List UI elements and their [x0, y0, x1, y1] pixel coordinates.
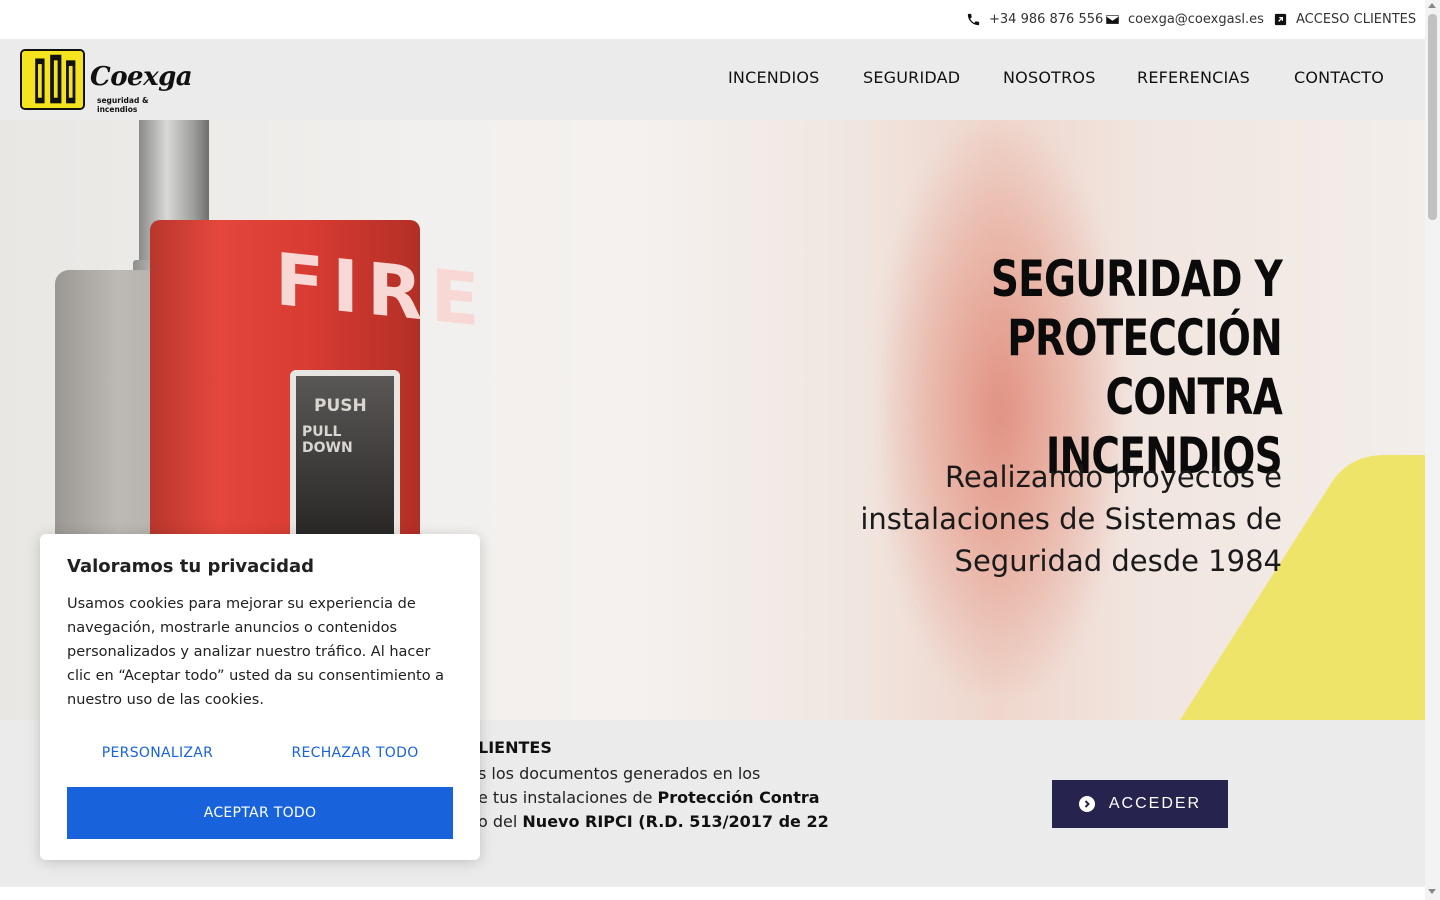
logo-mark [20, 49, 85, 110]
reject-all-button[interactable]: RECHAZAR TODO [276, 738, 434, 768]
acceder-button[interactable]: ACCEDER [1052, 780, 1228, 828]
nav-item-referencias[interactable]: REFERENCIAS [1137, 68, 1250, 87]
push-label: PUSH [314, 396, 367, 416]
pull-label: PULL DOWN [302, 424, 353, 456]
accept-all-button[interactable]: ACEPTAR TODO [67, 787, 453, 839]
scroll-up-arrow-icon[interactable] [1428, 3, 1436, 8]
phone-link[interactable]: +34 986 876 556 [966, 0, 1103, 39]
fire-alarm-handle-window: PUSH PULL DOWN [290, 370, 400, 540]
logo[interactable]: Coexga seguridad & incendios [20, 48, 193, 114]
client-text-line: o del Nuevo RIPCI (R.D. 513/2017 de 22 [478, 810, 838, 834]
client-text-fragment: o del [478, 812, 523, 831]
hero-heading: SEGURIDAD Y PROTECCIÓN CONTRA INCENDIOS [876, 250, 1283, 486]
logo-name: Coexga [90, 62, 193, 92]
scrollbar-thumb[interactable] [1428, 14, 1437, 220]
external-link-icon [1274, 13, 1287, 26]
chevron-circle-right-icon [1078, 796, 1095, 812]
acceder-label: ACCEDER [1108, 795, 1202, 812]
nav-item-nosotros[interactable]: NOSOTROS [1003, 68, 1096, 87]
phone-icon [967, 13, 980, 26]
client-area-title: LIENTES [478, 738, 552, 757]
customize-button[interactable]: PERSONALIZAR [80, 738, 235, 768]
email-link[interactable]: coexga@coexgasl.es [1105, 0, 1264, 39]
top-bar: +34 986 876 556 coexga@coexgasl.es ACCES… [0, 0, 1425, 39]
client-text-line: e tus instalaciones de Protección Contra [478, 786, 838, 810]
hero-subheading-line: Seguridad desde 1984 [954, 544, 1282, 578]
client-access-link[interactable]: ACCESO CLIENTES [1273, 0, 1416, 39]
nav-item-seguridad[interactable]: SEGURIDAD [863, 68, 960, 87]
client-text-bold: Protección Contra [657, 788, 820, 807]
client-area-description: s los documentos generados en los e tus … [478, 762, 838, 834]
fire-alarm-label: FIRE [275, 236, 488, 344]
client-text-fragment: e tus instalaciones de [478, 788, 658, 807]
email-address: coexga@coexgasl.es [1128, 12, 1264, 27]
hero-heading-line: PROTECCIÓN CONTRA [1007, 309, 1283, 426]
cookie-title: Valoramos tu privacidad [67, 556, 315, 577]
nav-item-incendios[interactable]: INCENDIOS [728, 68, 820, 87]
hero-subheading-line: Realizando proyectos e [945, 460, 1282, 494]
client-text-bold: Nuevo RIPCI (R.D. 513/2017 de 22 [522, 812, 829, 831]
scroll-down-arrow-icon[interactable] [1428, 889, 1436, 894]
hero-subheading-line: instalaciones de Sistemas de [860, 502, 1282, 536]
logo-tagline: seguridad & incendios [97, 96, 149, 114]
page-bottom [0, 887, 1425, 900]
phone-number: +34 986 876 556 [989, 12, 1104, 27]
page-scrollbar[interactable] [1425, 0, 1440, 900]
envelope-icon [1106, 15, 1119, 24]
cookie-consent-dialog: Valoramos tu privacidad Usamos cookies p… [40, 534, 480, 860]
site-header: Coexga seguridad & incendios INCENDIOS S… [0, 39, 1425, 120]
hero-subheading: Realizando proyectos e instalaciones de … [812, 456, 1282, 582]
hero-heading-line: SEGURIDAD Y [990, 250, 1283, 308]
client-text-line: s los documentos generados en los [478, 764, 761, 783]
cookie-description: Usamos cookies para mejorar su experienc… [67, 596, 445, 708]
logo-mark-graphic [22, 51, 83, 108]
nav-item-contacto[interactable]: CONTACTO [1294, 68, 1384, 87]
client-access-label: ACCESO CLIENTES [1296, 12, 1417, 27]
